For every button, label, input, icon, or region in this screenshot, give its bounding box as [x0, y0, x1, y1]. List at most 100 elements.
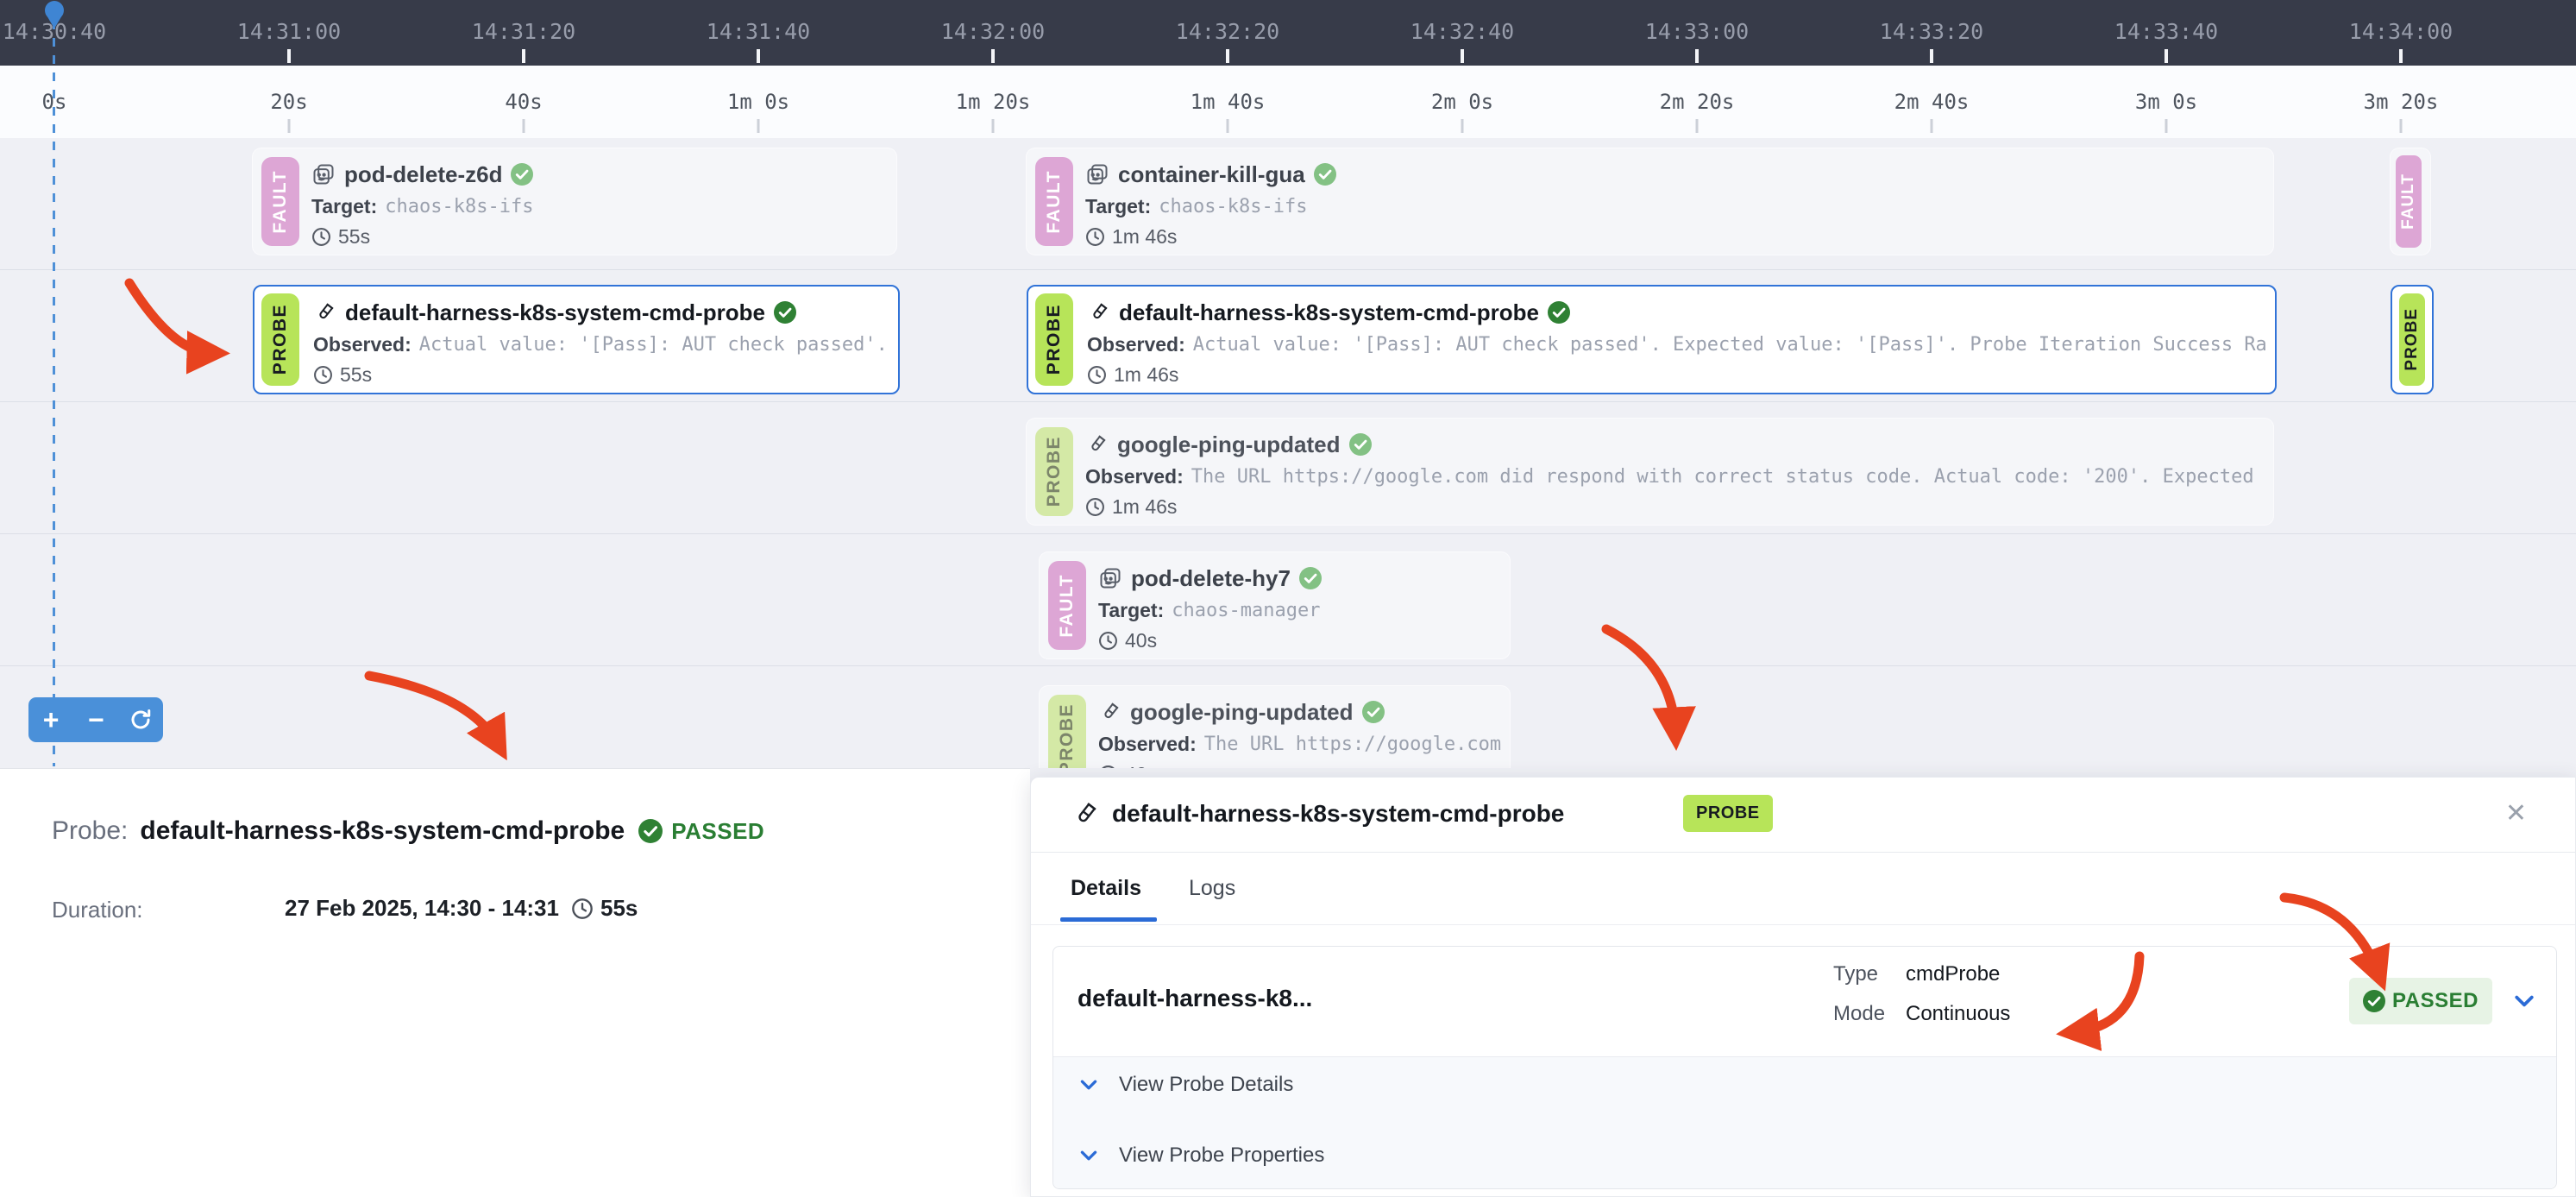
tick-mark: [523, 119, 525, 133]
type-label: Type: [1833, 962, 1878, 986]
probe-card-cmd-probe-2[interactable]: PROBE default-harness-k8s-system-cmd-pro…: [1027, 285, 2277, 394]
probe-card-cmd-probe-1[interactable]: PROBE default-harness-k8s-system-cmd-pro…: [253, 285, 900, 394]
fault-card-pod-delete-hy7[interactable]: FAULT pod-delete-hy7 Target: chaos-manage…: [1040, 552, 1510, 658]
tick-mark: [287, 49, 291, 63]
divider: [1031, 852, 2575, 853]
abs-tick-label: 14:31:40: [707, 19, 810, 44]
clock-icon: [1098, 631, 1118, 651]
probe-icon: [1085, 433, 1109, 457]
probe-name: default-harness-k8s-system-cmd-probe: [345, 299, 765, 326]
status-badge: PASSED: [671, 818, 764, 845]
tick-mark: [757, 49, 760, 63]
timeline-header: 14:30:40 14:31:00 14:31:20 14:31:40 14:3…: [0, 0, 2576, 66]
close-icon[interactable]: ✕: [2505, 798, 2527, 828]
tick-mark: [1931, 119, 1933, 133]
fault-badge: FAULT: [1035, 157, 1073, 246]
tick-mark: [2399, 49, 2403, 63]
observed-label: Observed:: [1098, 733, 1197, 756]
observed-label: Observed:: [1087, 333, 1185, 356]
target-label: Target:: [1098, 599, 1164, 622]
duration-text: 1m 46s: [1112, 495, 1177, 519]
target-label: Target:: [311, 195, 377, 218]
target-value: chaos-k8s-ifs: [385, 196, 533, 217]
mode-label: Mode: [1833, 1002, 1885, 1026]
abs-tick-label: 14:31:00: [237, 19, 341, 44]
row-separator: [0, 401, 2576, 402]
zoom-out-button[interactable]: −: [83, 706, 110, 734]
probe-badge: PROBE: [1035, 293, 1073, 386]
zoom-in-button[interactable]: +: [38, 706, 65, 734]
duration-text: 40s: [1125, 763, 1157, 769]
rel-tick-label: 40s: [505, 90, 542, 114]
detail-panel-title: default-harness-k8s-system-cmd-probe: [1112, 800, 1564, 828]
view-probe-details-link[interactable]: View Probe Details: [1078, 1073, 1293, 1097]
passed-check-icon: [2363, 990, 2385, 1012]
tick-mark: [1226, 49, 1229, 63]
chevron-down-icon[interactable]: [2511, 988, 2537, 1014]
type-value: cmdProbe: [1906, 962, 2000, 986]
tick-mark: [1461, 49, 1464, 63]
active-tab-underline: [1060, 917, 1157, 922]
fault-badge: FAULT: [261, 157, 299, 246]
timeline-zoom-controls: + −: [28, 697, 163, 742]
tab-details[interactable]: Details: [1071, 876, 1141, 901]
fault-badge: FAULT: [1048, 561, 1086, 650]
chevron-down-icon: [1078, 1144, 1100, 1167]
tick-mark: [2164, 49, 2168, 63]
fault-icon: [1098, 566, 1122, 590]
timeline-canvas[interactable]: FAULT pod-delete-z6d Target:chaos-k8s-if…: [0, 138, 2576, 768]
observed-value: The URL https://google.com…: [1204, 734, 1501, 755]
probe-card-google-ping-1[interactable]: PROBE google-ping-updated Observed:The U…: [1027, 419, 2273, 525]
check-icon: [1299, 567, 1322, 589]
probe-icon: [313, 301, 336, 324]
passed-check-icon: [638, 819, 663, 843]
rel-tick-label: 3m 20s: [2364, 90, 2439, 114]
observed-value: The URL https://google.com did respond w…: [1191, 466, 2265, 488]
row-separator: [0, 533, 2576, 534]
probe-card-truncated[interactable]: PROBE: [2391, 285, 2434, 394]
observed-label: Observed:: [1085, 465, 1184, 488]
clock-icon: [311, 227, 331, 247]
fault-card-container-kill-gua[interactable]: FAULT container-kill-gua Target:chaos-k8…: [1027, 148, 2273, 255]
probe-summary-name: default-harness-k8s-system-cmd-probe: [140, 816, 625, 846]
observed-label: Observed:: [313, 333, 412, 356]
fault-icon: [1085, 162, 1109, 186]
probe-card-google-ping-2[interactable]: PROBE google-ping-updated Observed:The U…: [1040, 686, 1510, 768]
passed-status-badge: PASSED: [2349, 978, 2492, 1024]
duration-label: Duration:: [52, 897, 143, 923]
check-icon: [1314, 163, 1336, 186]
tab-logs[interactable]: Logs: [1189, 876, 1235, 901]
probe-name: google-ping-updated: [1117, 432, 1341, 458]
fault-card-truncated[interactable]: FAULT: [2391, 148, 2430, 255]
probe-detail-panel: default-harness-k8s-system-cmd-probe PRO…: [1030, 777, 2576, 1197]
tick-mark: [522, 49, 525, 63]
clock-icon: [1085, 227, 1105, 247]
row-separator: [0, 665, 2576, 666]
mode-value: Continuous: [1906, 1002, 2010, 1026]
probe-name: google-ping-updated: [1130, 699, 1354, 726]
tick-mark: [288, 119, 291, 133]
check-icon: [1362, 701, 1385, 723]
probe-icon: [1087, 301, 1110, 324]
check-icon: [774, 301, 796, 324]
duration-time: 55s: [600, 895, 638, 922]
fault-icon: [311, 162, 336, 186]
target-value: chaos-manager: [1172, 600, 1320, 621]
divider: [1031, 924, 2575, 925]
target-value: chaos-k8s-ifs: [1159, 196, 1307, 217]
view-probe-properties-link[interactable]: View Probe Properties: [1078, 1143, 1324, 1168]
chevron-down-icon: [1078, 1074, 1100, 1096]
abs-tick-label: 14:32:00: [941, 19, 1045, 44]
reset-zoom-icon[interactable]: [128, 707, 154, 733]
probe-type-badge: PROBE: [1683, 795, 1773, 832]
relative-time-scale: 0s 20s 40s 1m 0s 1m 20s 1m 40s 2m 0s 2m …: [0, 66, 2576, 139]
rel-tick-label: 1m 0s: [727, 90, 789, 114]
tick-mark: [1930, 49, 1933, 63]
check-icon: [1349, 433, 1372, 456]
abs-tick-label: 14:33:00: [1645, 19, 1749, 44]
clock-icon: [1098, 765, 1118, 769]
fault-name: pod-delete-hy7: [1131, 565, 1291, 592]
duration-text: 40s: [1125, 629, 1157, 652]
fault-card-pod-delete-z6d[interactable]: FAULT pod-delete-z6d Target:chaos-k8s-if…: [253, 148, 896, 255]
playhead-pin[interactable]: [39, 0, 73, 35]
